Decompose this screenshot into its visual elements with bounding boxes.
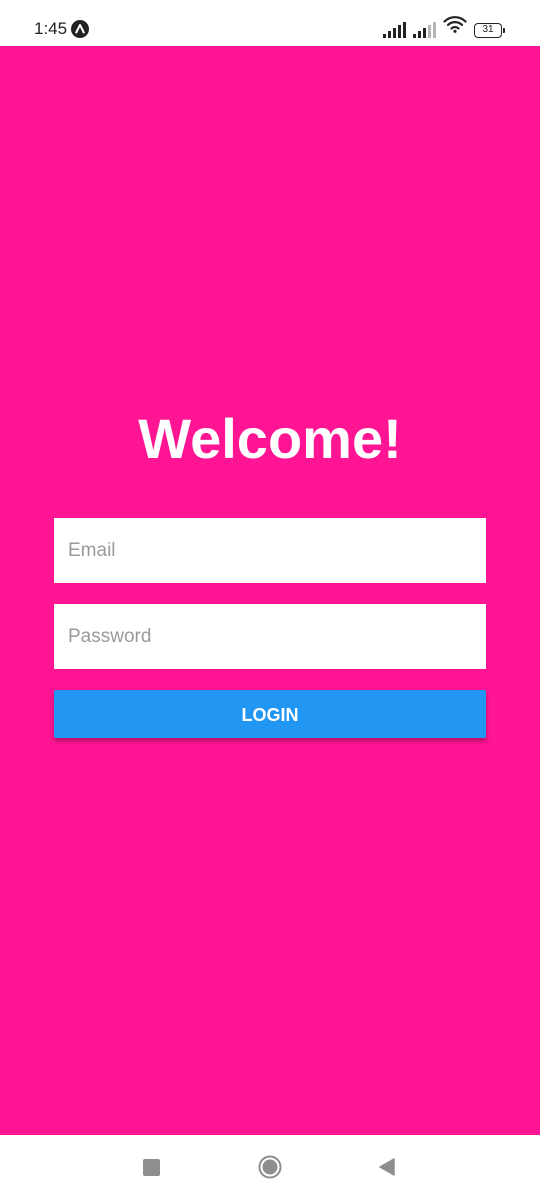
recents-icon[interactable] [143,1159,160,1176]
welcome-title: Welcome! [138,407,402,470]
navigation-bar [0,1135,540,1200]
signal-icon [383,22,406,38]
status-bar: 1:45 31 [0,0,540,46]
back-icon[interactable] [378,1157,396,1177]
login-button[interactable]: LOGIN [54,690,486,738]
battery-icon: 31 [474,23,505,38]
status-time: 1:45 [34,19,68,38]
signal-icon [413,22,436,38]
home-icon[interactable] [258,1155,282,1179]
wifi-icon [443,15,467,38]
status-icons: 31 [383,16,505,38]
password-field[interactable]: Password [54,604,486,669]
login-screen: Welcome! Email Password LOGIN [0,46,540,1135]
app-notification-icon [71,20,89,38]
email-field[interactable]: Email [54,518,486,583]
